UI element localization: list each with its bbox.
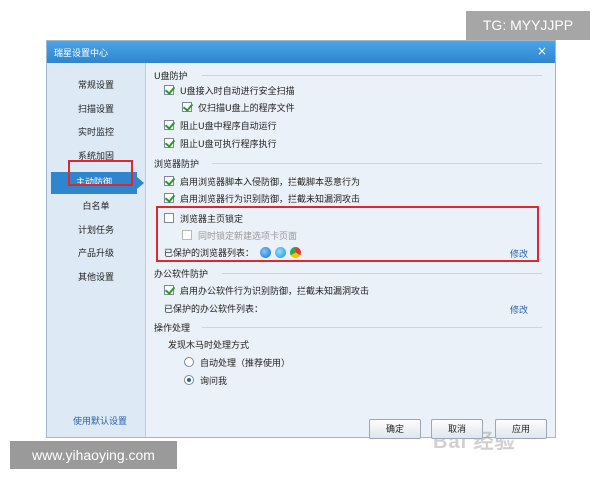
option-label: 阻止U盘中程序自动运行 <box>180 121 277 132</box>
sidebar-item-general[interactable]: 常规设置 <box>47 75 145 97</box>
settings-content: U盘防护 U盘接入时自动进行安全扫描 仅扫描U盘上的程序文件 阻止U盘中程序自动… <box>146 63 555 437</box>
usb-block-exe-option[interactable]: 阻止U盘可执行程序执行 <box>164 136 277 150</box>
checkbox[interactable] <box>164 120 174 130</box>
browser-homepage-lock-option[interactable]: 浏览器主页锁定 <box>164 211 243 225</box>
browser-icon-list <box>260 246 302 258</box>
option-label: U盘接入时自动进行安全扫描 <box>180 86 295 97</box>
checkbox[interactable] <box>164 285 174 295</box>
sidebar-item-other[interactable]: 其他设置 <box>47 267 145 289</box>
url-overlay-label: www.yihaoying.com <box>10 441 177 469</box>
office-section-title: 办公软件防护 <box>154 270 209 280</box>
usb-auto-scan-option[interactable]: U盘接入时自动进行安全扫描 <box>164 83 295 97</box>
sidebar-item-schedule[interactable]: 计划任务 <box>47 220 145 242</box>
checkbox[interactable] <box>182 102 192 112</box>
edge-icon <box>275 246 287 258</box>
browser-divider <box>212 163 542 164</box>
browser-lock-new-tab-option[interactable]: 同时锁定新建选项卡页面 <box>182 228 297 242</box>
option-label: 仅扫描U盘上的程序文件 <box>198 103 295 114</box>
settings-window: 瑞星设置中心 × 常规设置 扫描设置 实时监控 系统加固 主动防御 白名单 计划… <box>46 40 556 453</box>
option-label: 启用浏览器行为识别防御，拦截未知漏洞攻击 <box>180 194 361 205</box>
chrome-icon <box>290 246 302 258</box>
apply-button[interactable]: 应用 <box>495 419 547 439</box>
option-label: 询问我 <box>200 376 228 387</box>
usb-scan-exe-only-option[interactable]: 仅扫描U盘上的程序文件 <box>182 100 295 114</box>
office-divider <box>222 273 542 274</box>
sidebar-item-whitelist[interactable]: 白名单 <box>47 196 145 218</box>
ok-button[interactable]: 确定 <box>369 419 421 439</box>
option-label: 自动处理（推荐使用） <box>200 358 291 369</box>
checkbox[interactable] <box>164 85 174 95</box>
cancel-button[interactable]: 取消 <box>431 419 483 439</box>
title-bar: 瑞星设置中心 × <box>47 41 555 63</box>
use-default-settings-link[interactable]: 使用默认设置 <box>73 414 127 427</box>
radio-button[interactable] <box>184 375 194 385</box>
usb-section-title: U盘防护 <box>154 72 188 82</box>
ask-me-radio-option[interactable]: 询问我 <box>184 373 227 387</box>
checkbox[interactable] <box>164 176 174 186</box>
sidebar-item-realtime[interactable]: 实时监控 <box>47 122 145 144</box>
sidebar-item-update[interactable]: 产品升级 <box>47 243 145 265</box>
option-label: 启用浏览器脚本入侵防御，拦截脚本恶意行为 <box>180 177 361 188</box>
edit-browsers-link[interactable]: 修改 <box>510 247 528 260</box>
ie-icon <box>260 246 272 258</box>
protected-browsers-label: 已保护的浏览器列表： <box>164 248 255 259</box>
sidebar-item-scan[interactable]: 扫描设置 <box>47 99 145 121</box>
browser-script-defense-option[interactable]: 启用浏览器脚本入侵防御，拦截脚本恶意行为 <box>164 174 360 188</box>
usb-divider <box>202 75 542 76</box>
browser-behavior-defense-option[interactable]: 启用浏览器行为识别防御，拦截未知漏洞攻击 <box>164 191 360 205</box>
edit-office-link[interactable]: 修改 <box>510 303 528 316</box>
option-label: 阻止U盘可执行程序执行 <box>180 139 277 150</box>
browser-section-title: 浏览器防护 <box>154 160 200 170</box>
option-label: 同时锁定新建选项卡页面 <box>198 231 298 242</box>
checkbox[interactable] <box>164 138 174 148</box>
annotation-box-sidebar <box>68 160 133 186</box>
office-behavior-defense-option[interactable]: 启用办公软件行为识别防御，拦截未知漏洞攻击 <box>164 283 369 297</box>
option-label: 浏览器主页锁定 <box>180 214 244 225</box>
radio-button[interactable] <box>184 357 194 367</box>
protected-browsers-row: 已保护的浏览器列表： <box>164 245 302 259</box>
protected-office-row: 已保护的办公软件列表： <box>164 301 263 315</box>
handling-subtitle-row: 发现木马时处理方式 <box>168 337 249 351</box>
sidebar: 常规设置 扫描设置 实时监控 系统加固 主动防御 白名单 计划任务 产品升级 其… <box>47 63 146 437</box>
checkbox[interactable] <box>182 230 192 240</box>
usb-block-autorun-option[interactable]: 阻止U盘中程序自动运行 <box>164 118 277 132</box>
checkbox[interactable] <box>164 213 174 223</box>
close-icon[interactable]: × <box>535 44 549 58</box>
checkbox[interactable] <box>164 193 174 203</box>
option-label: 启用办公软件行为识别防御，拦截未知漏洞攻击 <box>180 286 370 297</box>
auto-handle-radio-option[interactable]: 自动处理（推荐使用） <box>184 355 290 369</box>
protected-office-label: 已保护的办公软件列表： <box>164 304 264 315</box>
window-title: 瑞星设置中心 <box>54 49 109 59</box>
tg-overlay-label: TG: MYYJJPP <box>466 11 590 40</box>
handling-divider <box>202 327 542 328</box>
handling-section-title: 操作处理 <box>154 324 191 334</box>
handling-subtitle: 发现木马时处理方式 <box>168 340 250 351</box>
